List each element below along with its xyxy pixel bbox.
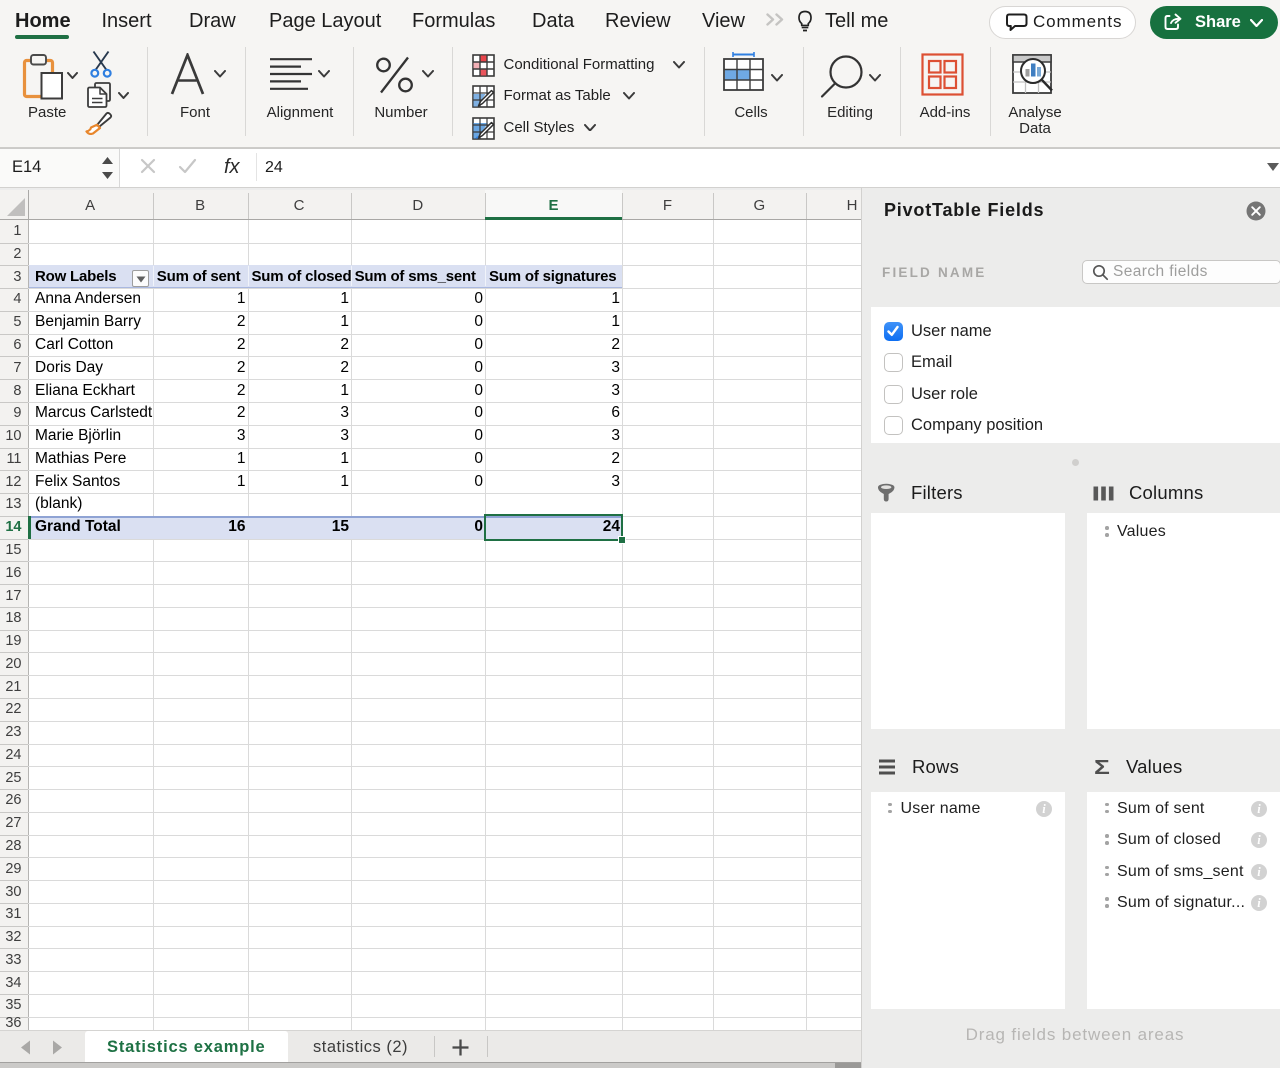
svg-text:i: i xyxy=(1257,865,1261,879)
svg-text:i: i xyxy=(1042,802,1046,816)
svg-text:i: i xyxy=(1257,802,1261,816)
svg-text:i: i xyxy=(1257,896,1261,910)
svg-text:i: i xyxy=(1257,833,1261,847)
